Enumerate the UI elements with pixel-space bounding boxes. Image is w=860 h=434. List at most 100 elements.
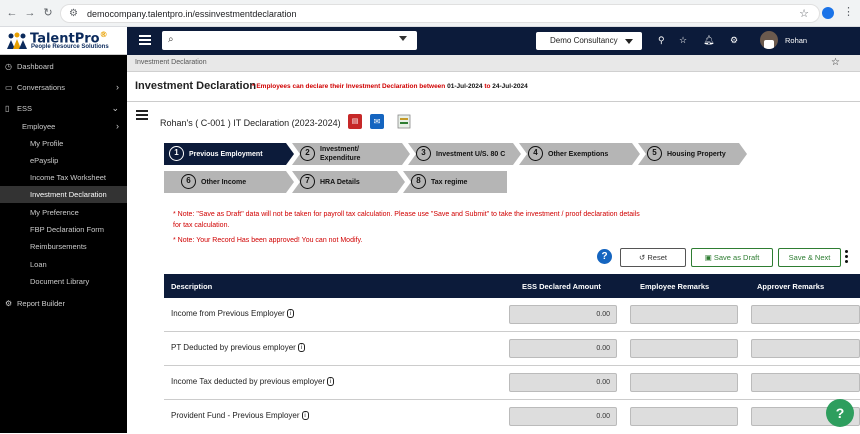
employee-remarks-field[interactable]	[630, 373, 738, 392]
pdf-icon[interactable]: ▤	[348, 114, 362, 129]
favorite-star-icon[interactable]: ☆	[831, 57, 840, 68]
forward-icon[interactable]: →	[24, 7, 36, 19]
step-hra-details[interactable]: 7 HRA Details	[295, 171, 395, 193]
logo-tagline: People Resource Solutions	[31, 44, 109, 50]
declaration-window-note: * Employees can declare their Investment…	[252, 83, 528, 90]
company-select[interactable]: Demo Consultancy	[536, 32, 642, 50]
list-toggle-icon[interactable]	[136, 110, 148, 120]
app-header: ⌕ Demo Consultancy ⚲ ☆ 🔔︎ ⚙ Rohan	[127, 27, 860, 55]
info-icon[interactable]: i	[327, 377, 335, 387]
bell-icon[interactable]: 🔔︎	[703, 35, 714, 46]
breadcrumb-item[interactable]: Investment Declaration	[135, 59, 207, 66]
address-bar[interactable]: ⚙ democompany.talentpro.in/essinvestment…	[60, 4, 820, 23]
sidebar-item-fbp-declaration-form[interactable]: FBP Declaration Form	[0, 221, 127, 238]
approver-remarks-field[interactable]	[751, 373, 860, 392]
declared-amount-field[interactable]: 0.00	[509, 373, 617, 392]
help-icon[interactable]: ?	[597, 249, 612, 264]
step-label: Housing Property	[667, 150, 726, 158]
back-icon[interactable]: ←	[6, 7, 18, 19]
info-icon[interactable]: i	[297, 343, 305, 353]
site-settings-icon[interactable]: ⚙	[69, 8, 78, 19]
save-as-draft-button[interactable]: ▣ Save as Draft	[691, 248, 773, 267]
declaration-title: Rohan's ( C-001 ) IT Declaration (2023-2…	[160, 118, 341, 128]
sidebar-item-label: Dashboard	[17, 62, 54, 71]
save-as-draft-label: Save as Draft	[713, 253, 760, 262]
sidebar-item-my-preference[interactable]: My Preference	[0, 204, 127, 221]
sidebar-item-ess[interactable]: ▯ ESS ⌄	[0, 100, 127, 117]
sidebar-item-dashboard[interactable]: ◷ Dashboard	[0, 58, 127, 75]
declared-amount-field[interactable]: 0.00	[509, 407, 617, 426]
save-next-button[interactable]: Save & Next	[778, 248, 841, 267]
reset-label: Reset	[647, 253, 667, 262]
column-header: ESS Declared Amount	[522, 282, 601, 291]
chevron-down-icon[interactable]	[399, 36, 407, 41]
step-number: 2	[300, 146, 315, 161]
page-title: Investment Declaration	[135, 80, 257, 92]
approved-note: * Note: Your Record Has been approved! Y…	[173, 237, 363, 244]
info-icon[interactable]: i	[286, 309, 294, 319]
step-number: 7	[300, 174, 315, 189]
sidebar-item-label: Loan	[30, 260, 47, 269]
sidebar-item-loan[interactable]: Loan	[0, 256, 127, 273]
avatar[interactable]	[760, 31, 778, 49]
step-investment-80c[interactable]: 3 Investment U/S. 80 C	[411, 143, 516, 165]
help-chat-button[interactable]: ?	[826, 399, 854, 427]
step-number: 8	[411, 174, 426, 189]
chevron-down-icon	[625, 39, 633, 44]
user-name[interactable]: Rohan	[785, 36, 807, 45]
step-label: HRA Details	[320, 178, 360, 186]
hamburger-menu-icon[interactable]	[139, 35, 151, 45]
sidebar-item-report-builder[interactable]: ⚙ Report Builder	[0, 295, 127, 312]
sidebar-item-label: Reimbursements	[30, 242, 87, 251]
approver-remarks-field[interactable]	[751, 305, 860, 324]
step-number: 4	[528, 146, 543, 161]
approver-remarks-field[interactable]	[751, 339, 860, 358]
main-content: Investment Declaration * Employees can d…	[127, 72, 860, 433]
talentpro-logo[interactable]: TalentPro® People Resource Solutions	[0, 27, 127, 55]
sidebar-item-epayslip[interactable]: ePayslip	[0, 152, 127, 169]
star-icon[interactable]: ☆	[679, 35, 687, 46]
column-header: Employee Remarks	[640, 282, 710, 291]
sidebar-item-employee[interactable]: Employee ›	[0, 118, 127, 135]
profile-icon[interactable]	[822, 7, 834, 19]
more-options-icon[interactable]	[845, 250, 849, 265]
browser-menu-icon[interactable]: ⋮	[843, 5, 854, 18]
declared-amount-field[interactable]: 0.00	[509, 305, 617, 324]
step-other-income[interactable]: 6 Other Income	[176, 171, 286, 193]
sidebar-item-income-tax-worksheet[interactable]: Income Tax Worksheet	[0, 169, 127, 186]
sidebar-item-conversations[interactable]: ▭ Conversations ›	[0, 79, 127, 96]
employee-remarks-field[interactable]	[630, 305, 738, 324]
sidebar-item-label: Investment Declaration	[30, 190, 107, 199]
sidebar-item-investment-declaration[interactable]: Investment Declaration	[0, 186, 127, 203]
step-tax-regime[interactable]: 8 Tax regime	[406, 171, 506, 193]
search-input[interactable]: ⌕	[162, 31, 417, 50]
bookmark-star-icon[interactable]: ☆	[799, 7, 809, 20]
table-row: Income from Previous Employer i 0.00	[164, 298, 860, 332]
info-icon[interactable]: i	[301, 411, 309, 421]
sidebar-item-label: Income Tax Worksheet	[30, 173, 107, 182]
email-icon[interactable]: ✉	[370, 114, 384, 129]
reload-icon[interactable]: ↻	[42, 7, 54, 19]
row-description: PT Deducted by previous employer i	[171, 343, 305, 353]
link-icon[interactable]: ⚲	[658, 35, 665, 46]
declared-amount-field[interactable]: 0.00	[509, 339, 617, 358]
settings-icon[interactable]: ⚙	[730, 35, 738, 46]
column-header: Description	[171, 282, 213, 291]
employee-remarks-field[interactable]	[630, 339, 738, 358]
sidebar-item-document-library[interactable]: Document Library	[0, 273, 127, 290]
url-text[interactable]: democompany.talentpro.in/essinvestmentde…	[87, 9, 296, 19]
row-description: Income Tax deducted by previous employer…	[171, 377, 335, 387]
step-number: 6	[181, 174, 196, 189]
step-label: Investment U/S. 80 C	[436, 150, 506, 158]
excel-export-icon[interactable]	[397, 114, 412, 129]
reset-button[interactable]: ↺ Reset	[620, 248, 686, 267]
step-investment-expenditure[interactable]: 2 Investment/ Expenditure	[295, 143, 405, 165]
step-other-exemptions[interactable]: 4 Other Exemptions	[523, 143, 633, 165]
step-housing-property[interactable]: 5 Housing Property	[642, 143, 742, 165]
step-label: Other Income	[201, 178, 247, 186]
step-previous-employment[interactable]: 1 Previous Employment	[164, 143, 289, 165]
chat-icon: ▭	[5, 83, 13, 92]
sidebar-item-my-profile[interactable]: My Profile	[0, 135, 127, 152]
sidebar-item-reimbursements[interactable]: Reimbursements	[0, 238, 127, 255]
employee-remarks-field[interactable]	[630, 407, 738, 426]
